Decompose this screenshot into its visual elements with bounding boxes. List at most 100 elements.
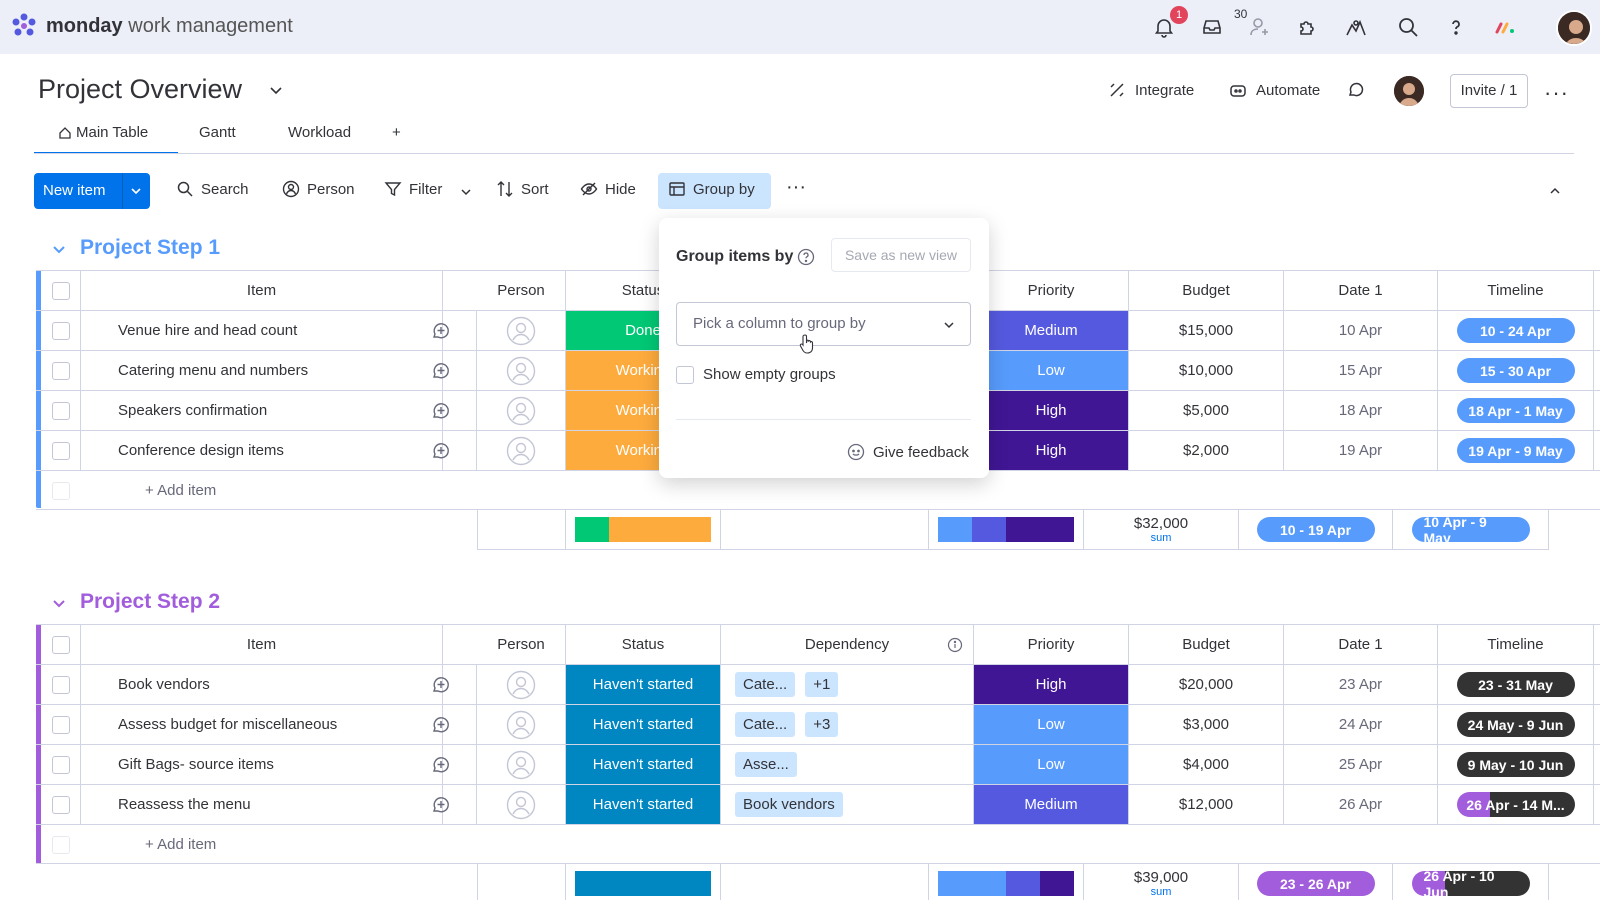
save-as-view-button[interactable]: Save as new view	[831, 238, 971, 272]
person-avatar-icon[interactable]	[506, 436, 536, 466]
timeline-pill[interactable]: 10 - 24 Apr	[1456, 318, 1575, 343]
chevron-down-icon[interactable]	[130, 185, 142, 197]
status-cell[interactable]: Haven't started	[566, 705, 721, 744]
priority-cell[interactable]: Medium	[974, 311, 1129, 350]
more-toolbar-icon[interactable]: ···	[786, 176, 806, 199]
priority-cell[interactable]: High	[974, 431, 1129, 470]
invite-button[interactable]: Invite / 1	[1450, 74, 1528, 108]
chevron-down-icon[interactable]	[50, 594, 68, 612]
info-icon[interactable]	[947, 637, 963, 653]
invite-members-icon[interactable]	[1248, 15, 1272, 39]
dependency-chip[interactable]: Cate...	[735, 672, 796, 697]
date-cell[interactable]: 15 Apr	[1284, 351, 1438, 390]
column-header-date[interactable]: Date 1	[1284, 625, 1438, 664]
row-checkbox[interactable]	[51, 795, 70, 814]
status-cell[interactable]: Haven't started	[566, 785, 721, 824]
column-header-item[interactable]: Item	[81, 271, 443, 310]
give-feedback-button[interactable]: Give feedback	[847, 443, 969, 461]
dependency-chip[interactable]: Book vendors	[735, 792, 843, 817]
person-avatar-icon[interactable]	[506, 316, 536, 346]
table-row[interactable]: Gift Bags- source items Haven't started …	[36, 744, 1600, 784]
table-row[interactable]: Book vendors Haven't started Cate... +1 …	[36, 664, 1600, 704]
page-title[interactable]: Project Overview	[38, 74, 242, 105]
group-column-select[interactable]: Pick a column to group by	[676, 302, 971, 346]
priority-cell[interactable]: High	[974, 665, 1129, 704]
row-checkbox[interactable]	[51, 321, 70, 340]
timeline-pill[interactable]: 19 Apr - 9 May	[1456, 438, 1575, 463]
row-checkbox[interactable]	[51, 675, 70, 694]
date-cell[interactable]: 24 Apr	[1284, 705, 1438, 744]
person-avatar-icon[interactable]	[506, 670, 536, 700]
add-update-icon[interactable]	[430, 754, 452, 776]
row-checkbox[interactable]	[51, 715, 70, 734]
budget-cell[interactable]: $12,000	[1129, 785, 1284, 824]
budget-cell[interactable]: $20,000	[1129, 665, 1284, 704]
sort-button[interactable]: Sort	[496, 180, 549, 198]
inbox-icon[interactable]	[1200, 15, 1224, 39]
add-column-button[interactable]: +	[1594, 625, 1600, 664]
row-checkbox[interactable]	[51, 361, 70, 380]
timeline-pill[interactable]: 15 - 30 Apr	[1456, 358, 1575, 383]
column-header-item[interactable]: Item	[81, 625, 443, 664]
tab-workload[interactable]: Workload	[288, 120, 351, 154]
budget-cell[interactable]: $2,000	[1129, 431, 1284, 470]
dependency-more-badge[interactable]: +1	[805, 672, 839, 697]
person-filter-button[interactable]: Person	[282, 180, 355, 198]
priority-cell[interactable]: Low	[974, 705, 1129, 744]
add-view-button[interactable]: +	[392, 120, 401, 154]
dependency-cell[interactable]: Asse...	[721, 745, 974, 784]
date-cell[interactable]: 23 Apr	[1284, 665, 1438, 704]
dependency-cell[interactable]: Book vendors	[721, 785, 974, 824]
add-update-icon[interactable]	[430, 400, 452, 422]
budget-cell[interactable]: $5,000	[1129, 391, 1284, 430]
add-update-icon[interactable]	[430, 714, 452, 736]
add-item-input[interactable]: + Add item	[81, 825, 1594, 864]
monday-apps-icon[interactable]	[1494, 15, 1518, 39]
person-avatar-icon[interactable]	[506, 710, 536, 740]
budget-cell[interactable]: $10,000	[1129, 351, 1284, 390]
search-icon[interactable]	[1396, 15, 1420, 39]
row-checkbox[interactable]	[51, 401, 70, 420]
add-update-icon[interactable]	[430, 440, 452, 462]
person-avatar-icon[interactable]	[506, 396, 536, 426]
column-header-date[interactable]: Date 1	[1284, 271, 1438, 310]
item-name[interactable]: Catering menu and numbers	[81, 351, 443, 390]
column-header-timeline[interactable]: Timeline	[1438, 625, 1594, 664]
item-name[interactable]: Reassess the menu	[81, 785, 443, 824]
date-cell[interactable]: 25 Apr	[1284, 745, 1438, 784]
chevron-down-icon[interactable]	[460, 186, 472, 198]
automate-button[interactable]: Automate	[1228, 80, 1320, 100]
person-avatar-icon[interactable]	[506, 750, 536, 780]
timeline-pill[interactable]: 26 Apr - 14 M...	[1456, 792, 1575, 817]
date-cell[interactable]: 19 Apr	[1284, 431, 1438, 470]
select-all-checkbox[interactable]	[51, 635, 70, 654]
column-header-person[interactable]: Person	[477, 625, 566, 664]
column-header-priority[interactable]: Priority	[974, 271, 1129, 310]
column-header-dependency[interactable]: Dependency	[721, 625, 974, 664]
dependency-chip[interactable]: Cate...	[735, 712, 796, 737]
add-update-icon[interactable]	[430, 360, 452, 382]
table-row[interactable]: Reassess the menu Haven't started Book v…	[36, 784, 1600, 824]
hide-button[interactable]: Hide	[580, 180, 636, 198]
group-title-step-1[interactable]: Project Step 1	[80, 236, 220, 260]
add-update-icon[interactable]	[430, 674, 452, 696]
row-checkbox[interactable]	[51, 755, 70, 774]
dependency-cell[interactable]: Cate... +3	[721, 705, 974, 744]
status-cell[interactable]: Haven't started	[566, 745, 721, 784]
select-all-checkbox[interactable]	[51, 281, 70, 300]
comment-button[interactable]	[1346, 80, 1366, 100]
tab-gantt[interactable]: Gantt	[199, 120, 236, 154]
team-icon[interactable]	[1344, 15, 1368, 39]
person-avatar-icon[interactable]	[506, 356, 536, 386]
date-cell[interactable]: 10 Apr	[1284, 311, 1438, 350]
integrate-button[interactable]: Integrate	[1107, 80, 1194, 100]
item-name[interactable]: Speakers confirmation	[81, 391, 443, 430]
show-empty-groups-checkbox[interactable]	[676, 366, 694, 384]
date-cell[interactable]: 26 Apr	[1284, 785, 1438, 824]
column-header-status[interactable]: Status	[566, 625, 721, 664]
dependency-cell[interactable]: Cate... +1	[721, 665, 974, 704]
add-item-row[interactable]: + Add item	[36, 824, 1600, 864]
date-cell[interactable]: 18 Apr	[1284, 391, 1438, 430]
column-header-budget[interactable]: Budget	[1129, 271, 1284, 310]
more-options-icon[interactable]: ···	[1544, 80, 1569, 106]
